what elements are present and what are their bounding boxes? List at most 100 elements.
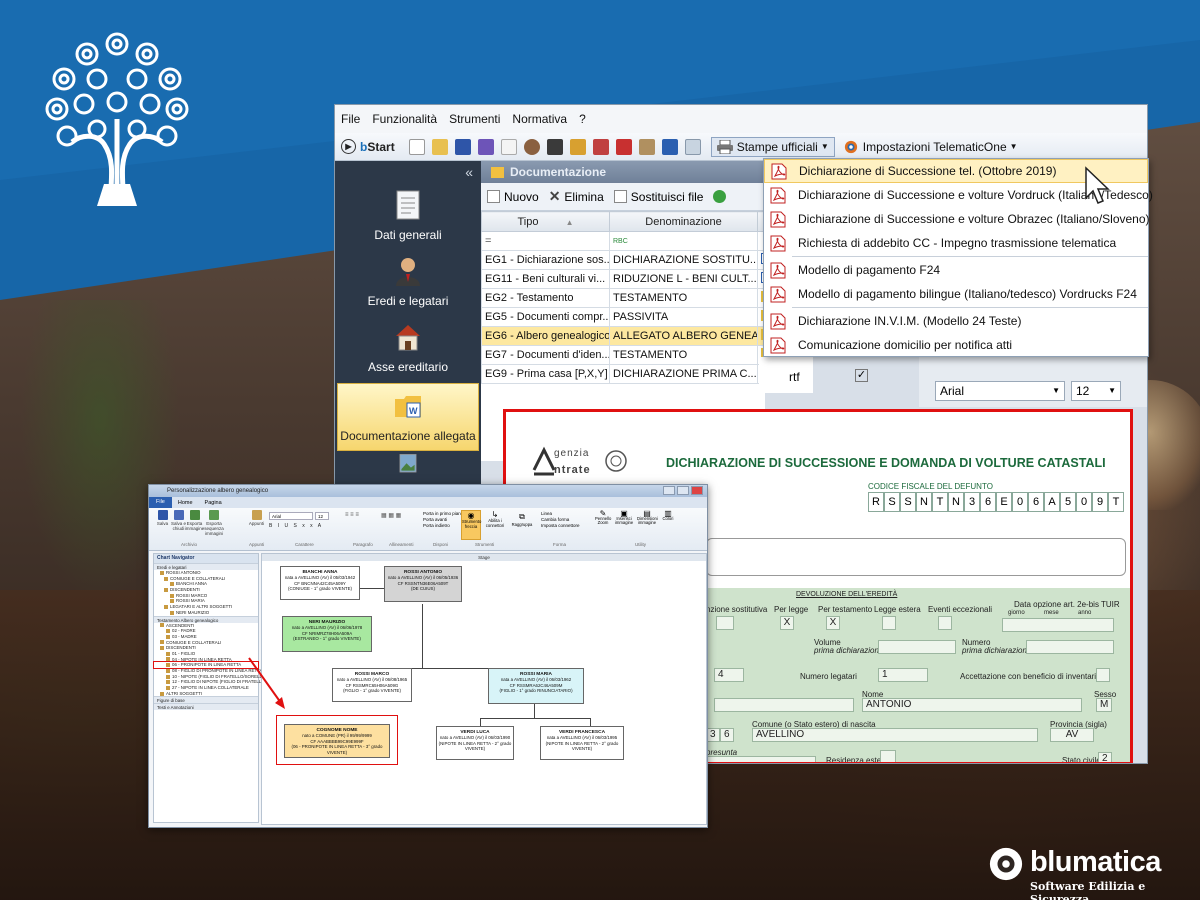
menu-normativa[interactable]: Normativa <box>512 112 567 126</box>
raggruppa-button[interactable]: ⧉ Raggruppa <box>511 512 533 540</box>
sidebar-item-more[interactable] <box>335 453 481 483</box>
calculator-icon[interactable] <box>592 138 609 155</box>
data-opzione-box[interactable] <box>1002 618 1114 632</box>
excel-icon[interactable] <box>615 138 632 155</box>
person-box-neri[interactable]: NERI MAURIZIO nato a AVELLINO (AV) il 06… <box>282 616 372 652</box>
per-legge-box[interactable]: X <box>780 616 794 630</box>
table-row[interactable]: EG6 - Albero genealogico ALLEGATO ALBERO … <box>481 326 772 346</box>
filter-tipo[interactable]: = <box>481 231 610 251</box>
stampe-ufficiali-button[interactable]: Stampe ufficiali ▼ <box>710 136 835 157</box>
stampe-menu-item[interactable]: Dichiarazione di Successione e volture O… <box>764 207 1150 231</box>
nav-section-figure[interactable]: Figure di base <box>154 696 258 704</box>
accettazione-box[interactable] <box>1096 668 1110 682</box>
tab-home[interactable]: Home <box>172 500 199 506</box>
close-icon[interactable] <box>691 486 703 495</box>
format-buttons[interactable]: B I U S x x A <box>269 523 331 531</box>
maximize-icon[interactable] <box>677 486 689 495</box>
collapse-icon[interactable]: « <box>335 161 481 183</box>
table-row[interactable]: EG1 - Dichiarazione sos... DICHIARAZIONE … <box>481 250 772 270</box>
person-box-verdi-francesca[interactable]: VERDI FRANCESCA nata a AVELLINO (AV) il … <box>540 726 624 760</box>
sidebar-item-asse[interactable]: Asse ereditario <box>335 315 481 381</box>
menu-funzionalita[interactable]: Funzionalità <box>372 112 437 126</box>
legge-estera-box[interactable] <box>882 616 896 630</box>
salva-chiudi-button[interactable]: Salva e chiudi <box>171 510 186 536</box>
menu-strumenti[interactable]: Strumenti <box>449 112 500 126</box>
numero-box[interactable] <box>1026 640 1114 654</box>
dich-sostitutiva-box[interactable] <box>716 616 734 630</box>
ribbon-size-select[interactable]: 12 <box>315 512 329 520</box>
dimensioni-immagine-button[interactable]: ▤ Dimensioni immagine <box>637 510 658 526</box>
word-icon[interactable] <box>661 138 678 155</box>
sidebar-item-dati-generali[interactable]: Dati generali <box>335 183 481 249</box>
person-box-bianchi[interactable]: BIANCHI ANNA nata a AVELLINO (AV) il 05/… <box>280 566 360 600</box>
save-all-icon[interactable] <box>477 138 494 155</box>
provincia-field[interactable]: AV <box>1050 728 1094 742</box>
data-nascita-day-b[interactable]: 6 <box>720 728 734 742</box>
column-tipo[interactable]: Tipo ▲ <box>481 211 610 232</box>
sidebar-item-eredi[interactable]: Eredi e legatari <box>335 249 481 315</box>
strumento-freccia-button[interactable]: ◉ Strumento freccia <box>461 510 481 540</box>
font-size-select[interactable]: 12 ▼ <box>1071 381 1121 401</box>
inserisci-immagine-button[interactable]: ▣ Inserisci immagine <box>615 510 633 526</box>
nav-section-testi[interactable]: Testi e Annotazioni <box>154 703 258 711</box>
person-box-cognome-nome[interactable]: COGNOME NOME nato a COMUNE (PR) il 99/99… <box>284 724 390 758</box>
impostazioni-button[interactable]: Impostazioni TelematicOne ▼ <box>838 138 1023 156</box>
table-row[interactable]: EG5 - Documenti compr... PASSIVITA <box>481 307 772 327</box>
table-row[interactable]: EG11 - Beni culturali vi... RIDUZIONE L -… <box>481 269 772 289</box>
print-preview-icon[interactable] <box>684 138 701 155</box>
imposta-connettore-button[interactable]: Imposta connettore <box>541 523 580 529</box>
residenza-box[interactable] <box>880 750 896 762</box>
nav-section-testamento[interactable]: Testamento Albero genealogico <box>154 615 258 623</box>
appunti-button[interactable]: Appunti <box>249 510 264 526</box>
sesso-field[interactable]: M <box>1096 698 1112 712</box>
numero-legatari-field[interactable]: 1 <box>878 668 928 682</box>
ribbon-font-select[interactable]: Arial <box>269 512 313 520</box>
stampe-menu-item[interactable]: Richiesta di addebito CC - Impegno trasm… <box>764 231 1148 255</box>
cognome-field[interactable] <box>714 698 854 712</box>
graduation-icon[interactable] <box>546 138 563 155</box>
tab-file[interactable]: File <box>149 497 172 508</box>
comune-field[interactable]: AVELLINO <box>752 728 1038 742</box>
numero-eredi-field[interactable]: 4 <box>714 668 744 682</box>
refresh-button[interactable] <box>713 190 730 203</box>
table-row[interactable]: EG2 - Testamento TESTAMENTO <box>481 288 772 308</box>
person-box-verdi-luca[interactable]: VERDI LUCA nato a AVELLINO (AV) il 06/03… <box>436 726 514 760</box>
minimize-icon[interactable] <box>663 486 675 495</box>
new-file-icon[interactable] <box>408 138 425 155</box>
abilita-connettori-button[interactable]: ↳ Abilita i connettori <box>485 510 505 540</box>
person-box-rossi-antonio[interactable]: ROSSI ANTONIO nato a AVELLINO (AV) il 06… <box>384 566 462 602</box>
house-icon[interactable] <box>569 138 586 155</box>
menu-help[interactable]: ? <box>579 112 586 126</box>
stampe-menu-item[interactable]: Modello di pagamento bilingue (Italiano/… <box>764 282 1148 306</box>
font-name-select[interactable]: Arial ▼ <box>935 381 1065 401</box>
pennello-zoom-button[interactable]: ✎ Pennello Zoom <box>595 510 611 526</box>
volume-box[interactable] <box>878 640 956 654</box>
paragraph-buttons[interactable]: ≡ ≡ ≡ <box>345 512 375 536</box>
table-row[interactable]: EG9 - Prima casa [P,X,Y] DICHIARAZIONE PR… <box>481 364 772 384</box>
menu-file[interactable]: File <box>341 112 360 126</box>
filter-denominazione[interactable]: RBC <box>609 231 758 251</box>
stampe-menu-item[interactable]: Dichiarazione IN.V.I.M. (Modello 24 Test… <box>764 309 1148 333</box>
esporta-sequenza-button[interactable]: Esporta sequenza immagini <box>203 510 225 536</box>
bstart-button[interactable]: ▶ b Start <box>341 139 395 154</box>
stato-civile-field[interactable]: 2 <box>1098 752 1112 762</box>
data-nascita-day-a[interactable]: 3 <box>706 728 720 742</box>
checkbox-icon[interactable]: ✓ <box>855 369 868 382</box>
sidebar-item-documentazione[interactable]: W Documentazione allegata <box>337 383 479 451</box>
stampe-menu-item[interactable]: Comunicazione domicilio per notifica att… <box>764 333 1148 357</box>
nav-section-eredi[interactable]: Eredi e legatari <box>154 563 258 570</box>
colori-button[interactable]: ▥ Colori <box>661 510 675 521</box>
eventi-box[interactable] <box>938 616 952 630</box>
per-testamento-box[interactable]: X <box>826 616 840 630</box>
porta-indietro-button[interactable]: Porta indietro <box>423 523 463 529</box>
alignment-buttons[interactable]: ▦ ▦ ▦ <box>381 512 417 536</box>
nuovo-button[interactable]: Nuovo <box>487 190 539 204</box>
column-denominazione[interactable]: Denominazione <box>609 211 758 232</box>
save-icon[interactable] <box>454 138 471 155</box>
sostituisci-button[interactable]: Sostituisci file <box>613 190 703 204</box>
nome-field[interactable]: ANTONIO <box>862 698 1082 712</box>
table-row[interactable]: EG7 - Documenti d'iden... TESTAMENTO <box>481 345 772 365</box>
person-box-rossi-maria[interactable]: ROSSI MARIA nata a AVELLINO (AV) il 06/0… <box>488 668 584 704</box>
salva-button[interactable]: Salva <box>155 510 170 536</box>
tab-pagina[interactable]: Pagina <box>199 500 228 506</box>
